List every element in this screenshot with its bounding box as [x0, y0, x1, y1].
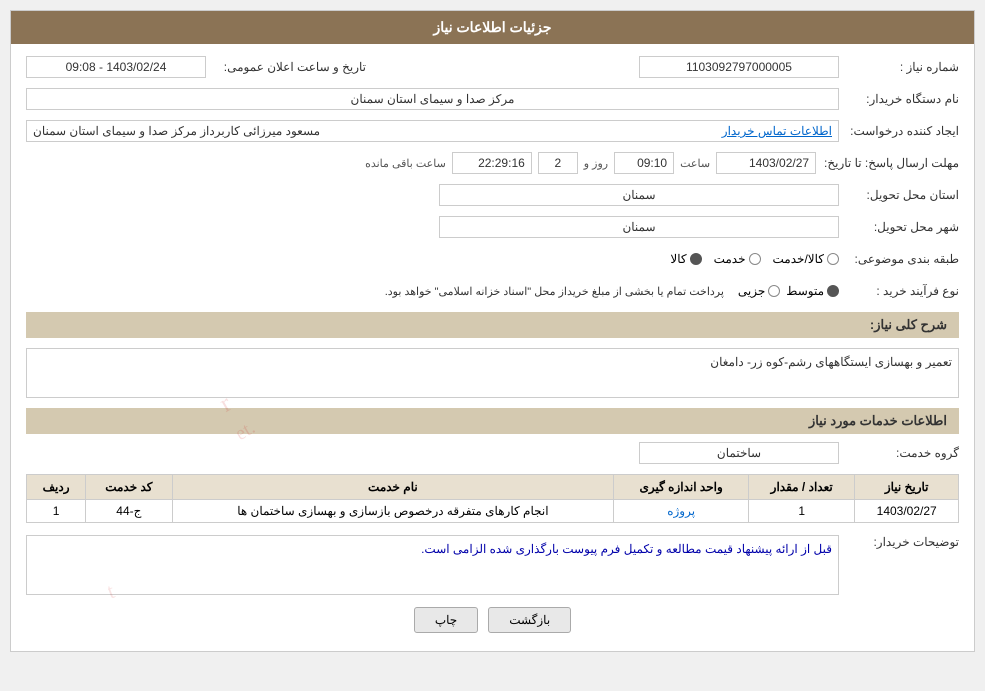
- deadline-label: مهلت ارسال پاسخ: تا تاریخ:: [816, 156, 959, 170]
- radio-kala-khedmat-icon: [827, 253, 839, 265]
- need-description-box: تعمیر و بهسازی ایستگاههای رشم-کوه زر- دا…: [26, 348, 959, 398]
- org-name-value: مرکز صدا و سیمای استان سمنان: [26, 88, 839, 110]
- cell-quantity: 1: [749, 500, 855, 523]
- category-kala-label: کالا: [670, 252, 686, 266]
- radio-kala-icon: [690, 253, 702, 265]
- deadline-date: 1403/02/27: [716, 152, 816, 174]
- print-button[interactable]: چاپ: [414, 607, 478, 633]
- contact-link[interactable]: اطلاعات تماس خریدار: [722, 124, 832, 138]
- radio-khedmat-icon: [749, 253, 761, 265]
- cell-service-name: انجام کارهای متفرقه درخصوص بازسازی و بهس…: [172, 500, 614, 523]
- cell-service-code: ج-44: [86, 500, 172, 523]
- service-group-value: ساختمان: [639, 442, 839, 464]
- category-radio-group: کالا/خدمت خدمت کالا: [670, 252, 839, 266]
- category-label: طبقه بندی موضوعی:: [839, 252, 959, 266]
- announce-date-value: 1403/02/24 - 09:08: [26, 56, 206, 78]
- process-description: پرداخت تمام یا بخشی از مبلغ خریداز محل "…: [385, 285, 724, 298]
- cell-row-num: 1: [27, 500, 86, 523]
- need-number-label: شماره نیاز :: [839, 60, 959, 74]
- need-description-text: تعمیر و بهسازی ایستگاههای رشم-کوه زر- دا…: [710, 355, 952, 369]
- province-value: سمنان: [439, 184, 839, 206]
- buyer-notes-label: توضیحات خریدار:: [839, 535, 959, 549]
- category-kala-khedmat[interactable]: کالا/خدمت: [773, 252, 839, 266]
- col-row-num: ردیف: [27, 475, 86, 500]
- deadline-time: 09:10: [614, 152, 674, 174]
- table-row: 1403/02/271پروژهانجام کارهای متفرقه درخص…: [27, 500, 959, 523]
- requester-value: اطلاعات تماس خریدار مسعود میرزائی کاربرد…: [26, 120, 839, 142]
- category-kala-khedmat-label: کالا/خدمت: [773, 252, 824, 266]
- deadline-time-label: ساعت: [680, 157, 710, 170]
- service-group-label: گروه خدمت:: [839, 446, 959, 460]
- buyer-notes-box: قبل از ارائه پیشنهاد قیمت مطالعه و تکمیل…: [26, 535, 839, 595]
- process-jozvi-label: جزیی: [738, 284, 765, 298]
- deadline-day-label: روز و: [584, 157, 608, 170]
- deadline-remaining: 22:29:16: [452, 152, 532, 174]
- city-label: شهر محل تحویل:: [839, 220, 959, 234]
- process-label: نوع فرآیند خرید :: [839, 284, 959, 298]
- requester-text: مسعود میرزائی کاربرداز مرکز صدا و سیمای …: [33, 124, 320, 138]
- deadline-remaining-label: ساعت باقی مانده: [365, 157, 446, 170]
- col-unit: واحد اندازه گیری: [614, 475, 749, 500]
- category-khedmat[interactable]: خدمت: [714, 252, 761, 266]
- services-table: تاریخ نیاز تعداد / مقدار واحد اندازه گیر…: [26, 474, 959, 523]
- need-description-section-label: شرح کلی نیاز:: [870, 317, 947, 333]
- col-need-date: تاریخ نیاز: [855, 475, 959, 500]
- buyer-notes-text: قبل از ارائه پیشنهاد قیمت مطالعه و تکمیل…: [421, 542, 832, 556]
- back-button[interactable]: بازگشت: [488, 607, 571, 633]
- col-quantity: تعداد / مقدار: [749, 475, 855, 500]
- province-label: استان محل تحویل:: [839, 188, 959, 202]
- cell-unit: پروژه: [614, 500, 749, 523]
- deadline-days: 2: [538, 152, 578, 174]
- col-service-code: کد خدمت: [86, 475, 172, 500]
- radio-jozvi-icon: [768, 285, 780, 297]
- org-name-label: نام دستگاه خریدار:: [839, 92, 959, 106]
- process-jozvi[interactable]: جزیی: [738, 284, 780, 298]
- category-kala[interactable]: کالا: [670, 252, 701, 266]
- radio-mottavaset-icon: [827, 285, 839, 297]
- cell-need-date: 1403/02/27: [855, 500, 959, 523]
- process-mottavaset-label: متوسط: [786, 284, 824, 298]
- announce-date-label: تاریخ و ساعت اعلان عمومی:: [206, 60, 366, 74]
- services-section-label: اطلاعات خدمات مورد نیاز: [26, 408, 959, 434]
- category-khedmat-label: خدمت: [714, 252, 746, 266]
- col-service-name: نام خدمت: [172, 475, 614, 500]
- city-value: سمنان: [439, 216, 839, 238]
- process-mottavaset[interactable]: متوسط: [786, 284, 839, 298]
- requester-label: ایجاد کننده درخواست:: [839, 124, 959, 138]
- need-number-value: 1103092797000005: [639, 56, 839, 78]
- page-title: جزئیات اطلاعات نیاز: [11, 11, 974, 44]
- action-buttons: بازگشت چاپ: [26, 607, 959, 633]
